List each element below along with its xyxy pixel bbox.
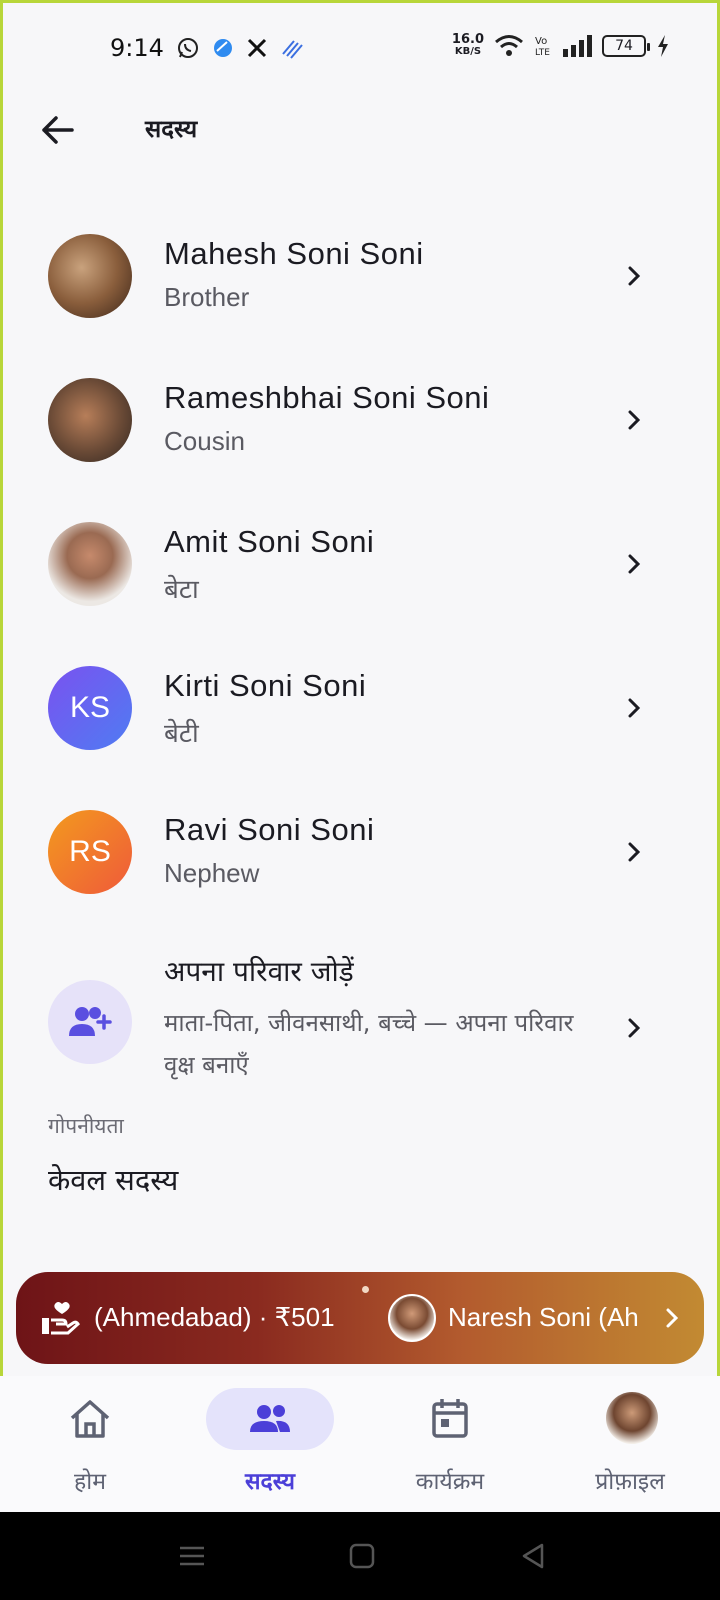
x-icon <box>247 38 267 58</box>
chevron-right-icon <box>628 410 641 430</box>
avatar: RS <box>48 810 132 894</box>
status-time: 9:14 <box>110 34 164 62</box>
add-family-avatar <box>48 980 132 1064</box>
battery-indicator: 74 <box>602 35 650 57</box>
avatar: KS <box>48 666 132 750</box>
nav-home[interactable]: होम <box>0 1376 180 1512</box>
page-title: सदस्य <box>145 115 198 143</box>
speed-unit: KB/S <box>454 46 482 57</box>
carousel-dot <box>362 1286 369 1293</box>
system-icons: 16.0 KB/S Vo LTE 74 <box>451 32 670 58</box>
nav-label: कार्यक्रम <box>415 1469 485 1495</box>
avatar <box>48 234 132 318</box>
calendar-icon <box>432 1399 468 1438</box>
nav-profile[interactable]: प्रोफ़ाइल <box>540 1376 720 1512</box>
volte-icon: VoLTE <box>535 36 550 58</box>
app-icon <box>214 39 232 57</box>
banner-name: Naresh Soni (Ah <box>448 1302 639 1332</box>
chevron-right-icon <box>628 698 641 718</box>
member-name: Mahesh Soni Soni <box>164 236 424 271</box>
add-family-title: अपना परिवार जोड़ें <box>164 955 354 988</box>
chevron-right-icon <box>628 266 641 286</box>
bottom-navigation: होम सदस्य कार्यक्रम प्रोफ़ाइल <box>0 1376 720 1512</box>
network-speed: 16.0 KB/S <box>451 32 484 58</box>
notification-icons <box>176 36 304 60</box>
menu-icon[interactable] <box>176 1540 208 1572</box>
avatar <box>48 378 132 462</box>
back-button[interactable] <box>36 108 80 152</box>
add-family-row[interactable]: अपना परिवार जोड़ें माता-पिता, जीवनसाथी, … <box>0 924 720 1124</box>
app-header: सदस्य <box>0 100 720 160</box>
member-name: Amit Soni Soni <box>164 524 375 559</box>
member-row[interactable]: KS Kirti Soni Soni बेटी <box>0 636 720 780</box>
wifi-icon <box>495 35 523 56</box>
chevron-right-icon <box>628 842 641 862</box>
banner-text: (Ahmedabad) · ₹501 <box>94 1302 335 1332</box>
member-row[interactable]: RS Ravi Soni Soni Nephew <box>0 780 720 924</box>
donation-hand-icon <box>42 1302 80 1335</box>
chevron-right-icon <box>628 1018 641 1038</box>
member-row[interactable]: Mahesh Soni Soni Brother <box>0 204 720 348</box>
privacy-value[interactable]: केवल सदस्य <box>48 1160 178 1199</box>
member-relation: बेटी <box>164 718 199 748</box>
whatsapp-icon <box>178 38 198 58</box>
member-relation: Brother <box>164 282 250 312</box>
member-relation: Cousin <box>164 426 245 456</box>
member-list: Mahesh Soni Soni Brother Rameshbhai Soni… <box>0 204 720 1124</box>
back-triangle-icon[interactable] <box>518 1540 550 1572</box>
avatar <box>48 522 132 606</box>
member-row[interactable]: Amit Soni Soni बेटा <box>0 492 720 636</box>
member-name: Ravi Soni Soni <box>164 812 375 847</box>
add-family-subtitle: माता-पिता, जीवनसाथी, बच्चे — अपना परिवार… <box>164 1009 574 1079</box>
speed-value: 16.0 <box>451 32 484 47</box>
member-name: Kirti Soni Soni <box>164 668 367 703</box>
charging-icon <box>658 35 668 57</box>
member-row[interactable]: Rameshbhai Soni Soni Cousin <box>0 348 720 492</box>
nav-label: सदस्य <box>244 1469 296 1495</box>
privacy-label: गोपनीयता <box>48 1114 124 1138</box>
home-icon <box>70 1400 110 1438</box>
member-relation: Nephew <box>164 858 260 888</box>
svg-text:LTE: LTE <box>535 48 550 58</box>
system-navigation-bar <box>0 1512 720 1600</box>
nav-events[interactable]: कार्यक्रम <box>360 1376 540 1512</box>
chevron-right-icon <box>628 554 641 574</box>
profile-avatar <box>606 1392 658 1444</box>
svg-text:Vo: Vo <box>535 36 547 47</box>
cell-signal-icon <box>563 35 592 57</box>
signal-app-icon <box>282 40 303 59</box>
add-user-icon <box>69 1007 112 1036</box>
chevron-right-icon <box>666 1308 679 1328</box>
home-square-icon[interactable] <box>346 1540 378 1572</box>
members-icon <box>250 1405 290 1432</box>
nav-label: होम <box>74 1469 106 1495</box>
member-relation: बेटा <box>164 574 199 604</box>
status-bar: 9:14 16.0 KB/S Vo LTE 74 <box>0 28 720 68</box>
nav-label: प्रोफ़ाइल <box>595 1469 665 1495</box>
arrow-left-icon <box>42 116 74 144</box>
nav-members[interactable]: सदस्य <box>180 1376 360 1512</box>
member-name: Rameshbhai Soni Soni <box>164 380 490 415</box>
avatar <box>388 1294 436 1342</box>
donation-banner[interactable]: (Ahmedabad) · ₹501 Naresh Soni (Ah <box>16 1272 704 1364</box>
